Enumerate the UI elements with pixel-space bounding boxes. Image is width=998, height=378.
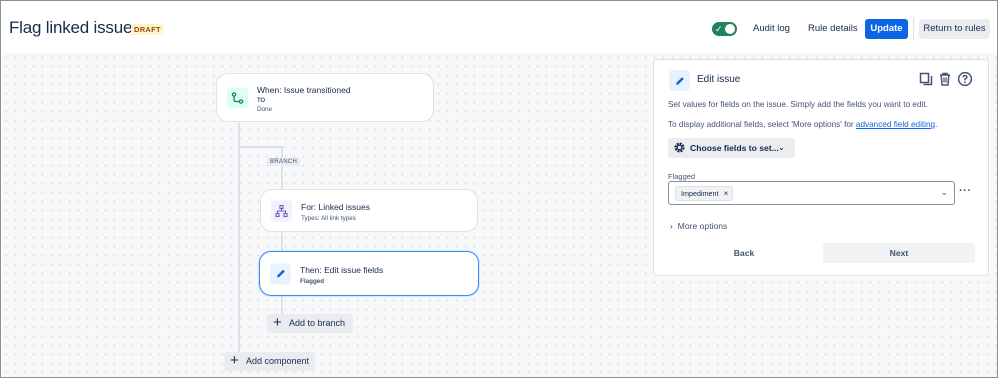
transition-icon: [227, 87, 248, 108]
audit-log-button[interactable]: Audit log: [753, 19, 790, 39]
pencil-icon: [270, 263, 291, 284]
panel-display-hint: To display additional fields, select 'Mo…: [668, 120, 937, 129]
check-icon: ✓: [715, 24, 723, 34]
branch-title: For: Linked issues: [301, 202, 370, 212]
duplicate-icon[interactable]: [918, 71, 934, 87]
branch-node[interactable]: For: Linked issues Types: All link types: [260, 189, 478, 232]
status-badge: DRAFT: [131, 24, 164, 35]
trigger-label-to: TO: [257, 98, 266, 104]
gear-icon: [674, 142, 685, 153]
page-title: Flag linked issues: [9, 18, 141, 37]
chevron-down-icon: ⌄: [778, 143, 785, 152]
choose-fields-button[interactable]: Choose fields to set... ⌄: [668, 138, 795, 158]
branch-tag: BRANCH: [267, 158, 301, 166]
chevron-down-icon: ⌄: [940, 187, 948, 197]
add-component-label: Add component: [246, 356, 310, 366]
toggle-knob: [725, 24, 735, 34]
impediment-chip: Impediment ×: [675, 186, 734, 201]
help-icon[interactable]: [957, 71, 973, 87]
chevron-right-icon: ›: [670, 222, 673, 231]
branch-connector-horizontal: [238, 146, 284, 148]
panel-description: Set values for fields on the issue. Simp…: [668, 100, 928, 109]
add-to-branch-label: Add to branch: [289, 318, 346, 328]
branch-subtitle: Types: All link types: [301, 215, 356, 222]
remove-chip-icon[interactable]: ×: [724, 189, 729, 198]
more-actions-icon[interactable]: ···: [959, 186, 972, 197]
rule-details-button[interactable]: Rule details: [808, 19, 858, 39]
pencil-icon: [669, 70, 690, 91]
display-hint-suffix: .: [935, 120, 938, 129]
action-subtitle: Flagged: [300, 278, 325, 285]
app-frame: Flag linked issues DRAFT ✓ Audit log Rul…: [0, 0, 998, 378]
update-button[interactable]: Update: [865, 19, 908, 39]
header-divider: [913, 17, 914, 41]
more-options-label: More options: [677, 221, 728, 231]
trash-icon[interactable]: [937, 71, 953, 87]
branch-hierarchy-icon: [271, 200, 292, 221]
edit-issue-panel: Edit issue Set values for fields on the …: [653, 59, 989, 276]
more-options-toggle[interactable]: › More options: [670, 221, 727, 231]
next-button[interactable]: Next: [823, 243, 975, 263]
flagged-field-label: Flagged: [668, 172, 696, 181]
choose-fields-label: Choose fields to set...: [690, 143, 779, 153]
trigger-title: When: Issue transitioned: [257, 85, 351, 95]
advanced-field-editing-link[interactable]: advanced field editing: [856, 120, 935, 129]
back-button[interactable]: Back: [668, 243, 820, 263]
return-to-rules-button[interactable]: Return to rules: [919, 19, 990, 39]
main-connector: [238, 123, 240, 363]
rule-enabled-toggle[interactable]: ✓: [712, 22, 737, 36]
chip-label: Impediment: [681, 189, 719, 198]
add-component-button[interactable]: + Add component: [224, 352, 315, 371]
plus-icon: +: [230, 352, 239, 369]
flagged-select[interactable]: Impediment × ⌄: [668, 181, 955, 205]
action-title: Then: Edit issue fields: [300, 265, 384, 275]
trigger-node[interactable]: When: Issue transitioned TO Done: [216, 73, 434, 122]
plus-icon: +: [273, 314, 282, 331]
trigger-status: Done: [257, 106, 273, 113]
display-hint-text: To display additional fields, select 'Mo…: [668, 120, 856, 129]
panel-title: Edit issue: [697, 74, 741, 85]
add-to-branch-button[interactable]: + Add to branch: [267, 314, 353, 333]
action-node[interactable]: Then: Edit issue fields Flagged: [259, 251, 479, 296]
